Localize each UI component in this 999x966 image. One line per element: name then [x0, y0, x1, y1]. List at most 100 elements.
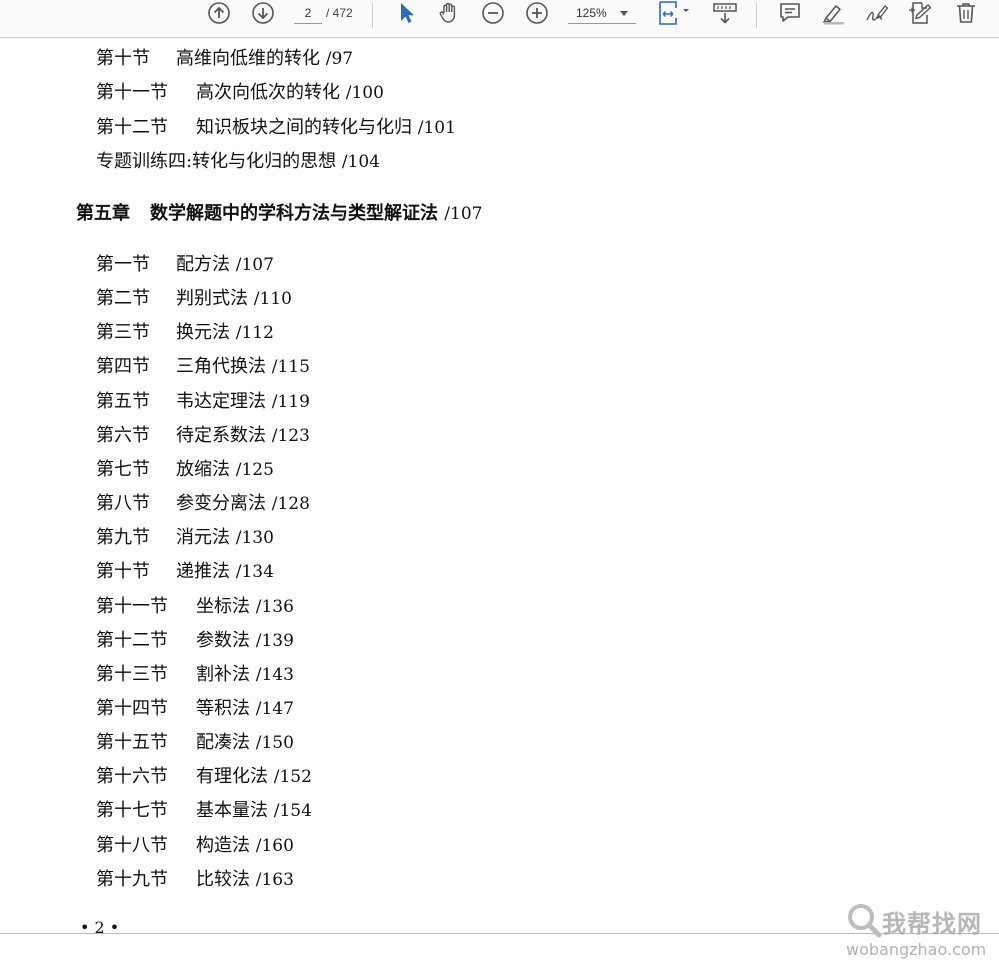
- toc-entry[interactable]: 第九节 消元法 /130: [96, 527, 274, 549]
- toc-section-title: 坐标法: [196, 595, 250, 617]
- toc-page-number: /152: [273, 767, 312, 788]
- toc-section-number: 第十三节: [96, 663, 168, 685]
- toc-entry[interactable]: 第十一节 高次向低次的转化 /100: [96, 82, 384, 104]
- fit-page-icon[interactable]: [656, 0, 692, 26]
- toc-training-entry[interactable]: 专题训练四:转化与化归的思想 /104: [96, 151, 380, 173]
- toc-section-number: 第十二节: [96, 629, 168, 651]
- delete-icon[interactable]: [952, 0, 980, 26]
- toc-section-title: 知识板块之间的转化与化归: [196, 116, 412, 138]
- toc-entry[interactable]: 第十节 递推法 /134: [96, 561, 274, 583]
- toc-page-number: /154: [273, 801, 312, 822]
- toc-section-number: 第十节: [96, 48, 150, 69]
- toc-entry[interactable]: 第十节 高维向低维的转化 /97: [96, 48, 353, 70]
- toc-page-number: /136: [255, 596, 294, 617]
- toc-section-title: 韦达定理法: [176, 390, 266, 412]
- toc-entry[interactable]: 第十四节 等积法 /147: [96, 698, 294, 720]
- toc-section-title: 比较法: [196, 868, 250, 890]
- toc-section-title: 换元法: [176, 322, 230, 344]
- page-up-icon[interactable]: [206, 0, 232, 26]
- toc-page-number: /101: [417, 117, 456, 138]
- toc-section-number: 第八节: [96, 493, 150, 515]
- toc-entry[interactable]: 第十五节 配凑法 /150: [96, 732, 294, 754]
- toc-section-title: 有理化法: [196, 766, 268, 788]
- toc-section-title: 递推法: [176, 561, 230, 583]
- toc-section-title: 构造法: [196, 834, 250, 856]
- toc-entry[interactable]: 第十七节 基本量法 /154: [96, 800, 312, 822]
- toc-section-number: 第七节: [96, 458, 150, 480]
- toc-page-number: /134: [235, 562, 274, 583]
- page-footer-number: • 2 •: [80, 918, 120, 937]
- toc-entry[interactable]: 第七节 放缩法 /125: [96, 459, 274, 481]
- toc-section-title: 配凑法: [196, 732, 250, 754]
- toc-entry[interactable]: 第十一节 坐标法 /136: [96, 596, 294, 618]
- toc-entry[interactable]: 第四节 三角代换法 /115: [96, 356, 310, 378]
- toc-entry[interactable]: 第十二节 知识板块之间的转化与化归 /101: [96, 117, 456, 139]
- toc-section-number: 第六节: [96, 424, 150, 446]
- toc-section-number: 第十五节: [96, 732, 168, 754]
- toc-entry[interactable]: 第十九节 比较法 /163: [96, 869, 294, 891]
- toc-page-number: /160: [255, 835, 294, 856]
- highlight-icon[interactable]: [818, 0, 848, 26]
- toc-section-number: 第十九节: [96, 868, 168, 890]
- chapter-title: 数学解题中的学科方法与类型解证法: [150, 203, 438, 224]
- page-down-icon[interactable]: [250, 0, 276, 26]
- zoom-value: 125%: [576, 6, 607, 20]
- select-cursor-icon[interactable]: [394, 0, 418, 26]
- zoom-in-icon[interactable]: [524, 0, 550, 26]
- toc-entry[interactable]: 第五节 韦达定理法 /119: [96, 391, 310, 413]
- toc-page-number: /123: [271, 425, 310, 446]
- toc-page-number: /163: [255, 869, 294, 890]
- page-total-label: / 472: [326, 6, 353, 20]
- toc-section-title: 判别式法: [176, 288, 248, 310]
- chapter-label: 第五章: [76, 203, 130, 224]
- toc-page-number: /104: [341, 152, 380, 172]
- hand-tool-icon[interactable]: [436, 0, 462, 26]
- toc-page-number: /128: [271, 494, 310, 515]
- toc-section-title: 基本量法: [196, 800, 268, 822]
- edit-pdf-icon[interactable]: [906, 0, 936, 26]
- toc-entry[interactable]: 第二节 判别式法 /110: [96, 288, 292, 310]
- toc-chapter-entry[interactable]: 第五章 数学解题中的学科方法与类型解证法 /107: [76, 203, 482, 225]
- toc-section-title: 高次向低次的转化: [196, 82, 340, 104]
- toolbar-divider: [756, 2, 757, 28]
- toc-entry[interactable]: 第六节 待定系数法 /123: [96, 425, 310, 447]
- toc-entry[interactable]: 第十三节 割补法 /143: [96, 664, 294, 686]
- training-title: 专题训练四:转化与化归的思想: [96, 151, 337, 172]
- toc-section-title: 消元法: [176, 527, 230, 549]
- toc-page-number: /115: [271, 357, 310, 378]
- toc-entry[interactable]: 第八节 参变分离法 /128: [96, 493, 310, 515]
- toc-entry[interactable]: 第三节 换元法 /112: [96, 322, 274, 344]
- toc-entry[interactable]: 第十八节 构造法 /160: [96, 835, 294, 857]
- toc-entry[interactable]: 第十六节 有理化法 /152: [96, 766, 312, 788]
- toc-section-number: 第四节: [96, 356, 150, 378]
- watermark-url: wobangzhao.com: [846, 940, 987, 959]
- toc-section-title: 配方法: [176, 254, 230, 275]
- toc-page-number: /97: [325, 49, 354, 69]
- sign-icon[interactable]: [862, 0, 892, 26]
- toc-entry[interactable]: 第一节 配方法 /107: [96, 254, 274, 276]
- toc-section-number: 第五节: [96, 390, 150, 412]
- document-page: 第十节 高维向低维的转化 /97 第十一节 高次向低次的转化 /100 第十二节 知识板块…: [0, 38, 999, 959]
- toc-page-number: /139: [255, 630, 294, 651]
- toc-page-number: /110: [253, 289, 292, 310]
- toc-section-title: 三角代换法: [176, 356, 266, 378]
- toc-section-number: 第二节: [96, 288, 150, 310]
- toc-section-title: 参变分离法: [176, 493, 266, 515]
- toc-section-title: 待定系数法: [176, 424, 266, 446]
- toc-page-number: /150: [255, 733, 294, 754]
- toc-section-title: 参数法: [196, 629, 250, 651]
- comment-icon[interactable]: [776, 0, 804, 26]
- pdf-toolbar: / 472 125%: [0, 0, 999, 38]
- page-number-input[interactable]: [294, 3, 322, 24]
- toc-section-number: 第十四节: [96, 697, 168, 719]
- zoom-select[interactable]: 125%: [568, 3, 636, 24]
- scroll-mode-icon[interactable]: [710, 0, 740, 26]
- watermark-text: 我帮找网: [882, 910, 982, 938]
- toc-page-number: /125: [235, 459, 274, 480]
- zoom-out-icon[interactable]: [480, 0, 506, 26]
- toc-section-number: 第十一节: [96, 82, 168, 104]
- toc-section-number: 第十六节: [96, 766, 168, 788]
- toc-section-number: 第十七节: [96, 800, 168, 822]
- toc-entry[interactable]: 第十二节 参数法 /139: [96, 630, 294, 652]
- toc-section-number: 第一节: [96, 254, 150, 275]
